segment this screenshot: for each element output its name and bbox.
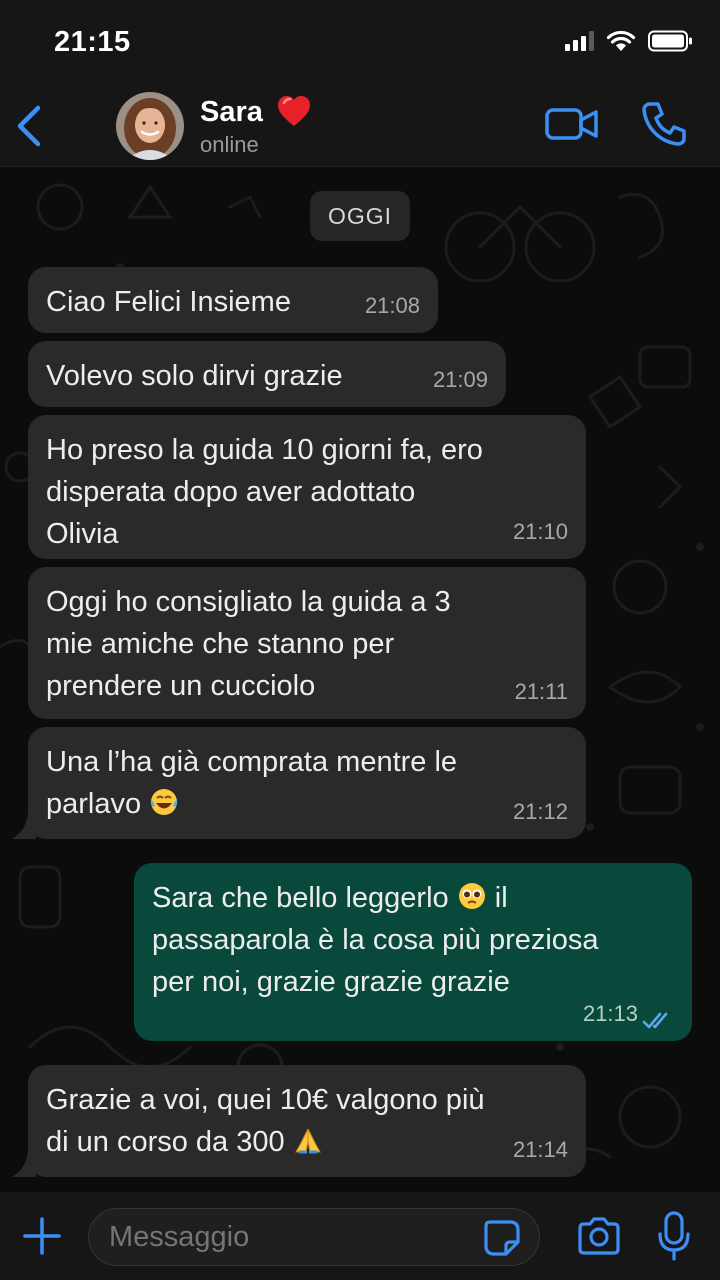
wifi-icon [606, 30, 636, 51]
message-text-line: Oggi ho consigliato la guida a 3 [46, 586, 451, 618]
message-bubble-incoming[interactable]: Una l’ha già comprata mentre le parlavo … [28, 727, 586, 839]
read-receipt-double-check-icon [642, 1012, 668, 1029]
laughing-tears-emoji-icon [150, 789, 178, 815]
message-list[interactable]: OGGI Ciao Felici Insieme 21:08 Volevo so… [0, 167, 720, 1192]
contact-name[interactable]: Sara [200, 96, 263, 129]
contact-status: online [200, 132, 259, 157]
message-bubble-incoming[interactable]: Ciao Felici Insieme 21:08 [28, 267, 438, 333]
message-text-fragment: parlavo [46, 788, 142, 820]
battery-icon [648, 30, 692, 52]
message-text-line: Una l’ha già comprata mentre le [46, 746, 458, 778]
message-time: 21:09 [432, 367, 488, 392]
chat-header: Sara online [0, 86, 720, 167]
message-text-line: mie amiche che stanno per [46, 628, 395, 660]
composer-bar [0, 1192, 720, 1280]
message-text-line: Grazie a voi, quei 10€ valgono più [46, 1084, 485, 1116]
message-input[interactable] [88, 1208, 540, 1266]
message-text-fragment: il [494, 882, 508, 914]
phone-call-icon[interactable] [640, 100, 688, 148]
message-text-line: passaparola è la cosa più preziosa [152, 924, 599, 956]
message-text-line-with-emoji: parlavo [46, 783, 568, 825]
message-text-line-with-emoji: Sara che bello leggerlo il [152, 877, 674, 919]
message-time: 21:08 [364, 293, 420, 318]
message-time: 21:13 [582, 1001, 638, 1026]
message-bubble-incoming[interactable]: Volevo solo dirvi grazie 21:09 [28, 341, 506, 407]
sticker-icon[interactable] [482, 1218, 522, 1258]
message-text-line: disperata dopo aver adottato [46, 476, 416, 508]
message-bubble-outgoing[interactable]: Sara che bello leggerlo il passaparola è… [134, 863, 692, 1041]
message-text-line: Olivia [46, 518, 119, 550]
message-bubble-incoming[interactable]: Oggi ho consigliato la guida a 3 mie ami… [28, 567, 586, 719]
message-text-fragment: Sara che bello leggerlo [152, 882, 449, 914]
chat-screen: 21:15 Sara online OGGI Ciao Felici Insie… [0, 0, 720, 1280]
message-time: 21:10 [512, 519, 568, 544]
back-chevron-icon[interactable] [12, 104, 48, 148]
status-icons [565, 30, 694, 52]
date-divider: OGGI [310, 191, 410, 241]
bubble-tail [12, 813, 36, 839]
message-time: 21:12 [512, 799, 568, 824]
video-call-icon[interactable] [544, 104, 600, 144]
message-time: 21:11 [514, 679, 568, 704]
contact-avatar[interactable] [116, 92, 184, 160]
bubble-tail [12, 1151, 36, 1177]
message-text-line: Ho preso la guida 10 giorni fa, ero [46, 434, 483, 466]
camera-icon[interactable] [576, 1216, 622, 1256]
status-time: 21:15 [54, 26, 131, 58]
status-bar: 21:15 [0, 0, 720, 86]
message-text-line: prendere un cucciolo [46, 670, 316, 702]
microphone-icon[interactable] [656, 1210, 692, 1262]
message-time: 21:14 [512, 1137, 568, 1162]
message-text: Volevo solo dirvi grazie [46, 360, 343, 392]
folded-hands-emoji-icon [294, 1128, 321, 1154]
message-bubble-incoming[interactable]: Grazie a voi, quei 10€ valgono più di un… [28, 1065, 586, 1177]
red-heart-icon [278, 96, 310, 126]
message-text: Ciao Felici Insieme [46, 286, 291, 318]
message-text-fragment: di un corso da 300 [46, 1126, 285, 1158]
cellular-signal-icon [565, 31, 594, 51]
message-bubble-incoming[interactable]: Ho preso la guida 10 giorni fa, ero disp… [28, 415, 586, 559]
pleading-face-emoji-icon [458, 883, 485, 909]
plus-attach-icon[interactable] [22, 1216, 62, 1256]
message-text-line-with-emoji: di un corso da 300 [46, 1121, 568, 1163]
